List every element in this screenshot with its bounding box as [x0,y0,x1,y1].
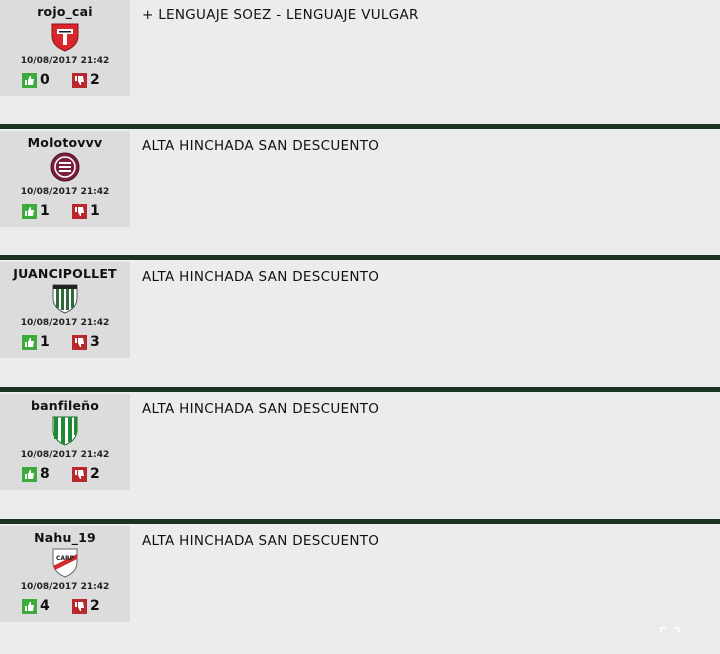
dislike-button[interactable]: 1 [72,201,100,221]
comment-item: Molotovvv 10/08/2017 21:42 1 1 ALTA HINC… [0,131,720,259]
thumbs-up-icon [22,72,37,88]
thumbs-down-icon [72,203,87,219]
thumbs-down-icon [72,334,87,350]
comment-date: 10/08/2017 21:42 [20,187,110,197]
dislike-count: 2 [90,466,100,482]
comment-text: ALTA HINCHADA SAN DESCUENTO [142,269,380,285]
thumbs-down-icon [72,72,87,88]
comment-author-panel: Nahu_19 CARP 10/08/2017 21:42 4 2 [0,526,130,622]
comment-text: ALTA HINCHADA SAN DESCUENTO [142,401,380,417]
like-button[interactable]: 1 [22,332,50,352]
svg-text:CARP: CARP [56,555,75,562]
expand-corner-icon[interactable] [660,627,680,639]
thumbs-down-icon [72,466,87,482]
comment-separator [0,255,720,260]
username[interactable]: rojo_cai [0,4,130,19]
banfield-crest-icon [52,416,78,446]
comment-item: JUANCIPOLLET 10/08/2017 21:42 1 3 ALTA H… [0,262,720,390]
vote-bar: 4 2 [0,596,130,616]
comment-author-panel: banfileño 10/08/2017 21:42 8 2 [0,394,130,490]
dislike-button[interactable]: 2 [72,596,100,616]
like-count: 1 [40,203,50,219]
lanus-crest-icon [50,152,80,182]
thumbs-down-icon [72,598,87,614]
dislike-count: 1 [90,203,100,219]
username[interactable]: banfileño [0,398,130,413]
comment-text: ALTA HINCHADA SAN DESCUENTO [142,138,380,154]
thumbs-up-icon [22,466,37,482]
username[interactable]: Molotovvv [0,135,130,150]
username[interactable]: Nahu_19 [0,530,130,545]
vote-bar: 0 2 [0,70,130,90]
like-count: 1 [40,334,50,350]
like-count: 8 [40,466,50,482]
comment-separator [0,387,720,392]
vote-bar: 1 3 [0,332,130,352]
comment-date: 10/08/2017 21:42 [20,318,110,328]
thumbs-up-icon [22,598,37,614]
username[interactable]: JUANCIPOLLET [0,266,130,281]
like-button[interactable]: 4 [22,596,50,616]
comment-separator [0,519,720,524]
comment-date: 10/08/2017 21:42 [20,582,110,592]
cipolletti-crest-icon [52,284,78,314]
dislike-button[interactable]: 2 [72,464,100,484]
dislike-count: 2 [90,598,100,614]
comment-separator [0,124,720,129]
comment-date: 10/08/2017 21:42 [20,450,110,460]
river-plate-crest-icon: CARP [52,548,78,578]
comment-author-panel: JUANCIPOLLET 10/08/2017 21:42 1 3 [0,262,130,358]
comment-date: 10/08/2017 21:42 [20,56,110,66]
thumbs-up-icon [22,203,37,219]
vote-bar: 8 2 [0,464,130,484]
like-count: 4 [40,598,50,614]
comment-author-panel: rojo_cai 10/08/2017 21:42 0 2 [0,0,130,96]
dislike-count: 3 [90,334,100,350]
vote-bar: 1 1 [0,201,130,221]
like-button[interactable]: 0 [22,70,50,90]
like-button[interactable]: 8 [22,464,50,484]
dislike-count: 2 [90,72,100,88]
like-count: 0 [40,72,50,88]
dislike-button[interactable]: 2 [72,70,100,90]
comment-author-panel: Molotovvv 10/08/2017 21:42 1 1 [0,131,130,227]
comment-text: ALTA HINCHADA SAN DESCUENTO [142,533,380,549]
comment-item: rojo_cai 10/08/2017 21:42 0 2 + LENGUAJE… [0,0,720,128]
thumbs-up-icon [22,334,37,350]
like-button[interactable]: 1 [22,201,50,221]
comment-text: + LENGUAJE SOEZ - LENGUAJE VULGAR [142,7,419,23]
dislike-button[interactable]: 3 [72,332,100,352]
independiente-crest-icon [51,23,79,52]
comment-item: banfileño 10/08/2017 21:42 8 2 ALTA HINC… [0,394,720,522]
comment-item: Nahu_19 CARP 10/08/2017 21:42 4 2 ALTA H… [0,526,720,654]
